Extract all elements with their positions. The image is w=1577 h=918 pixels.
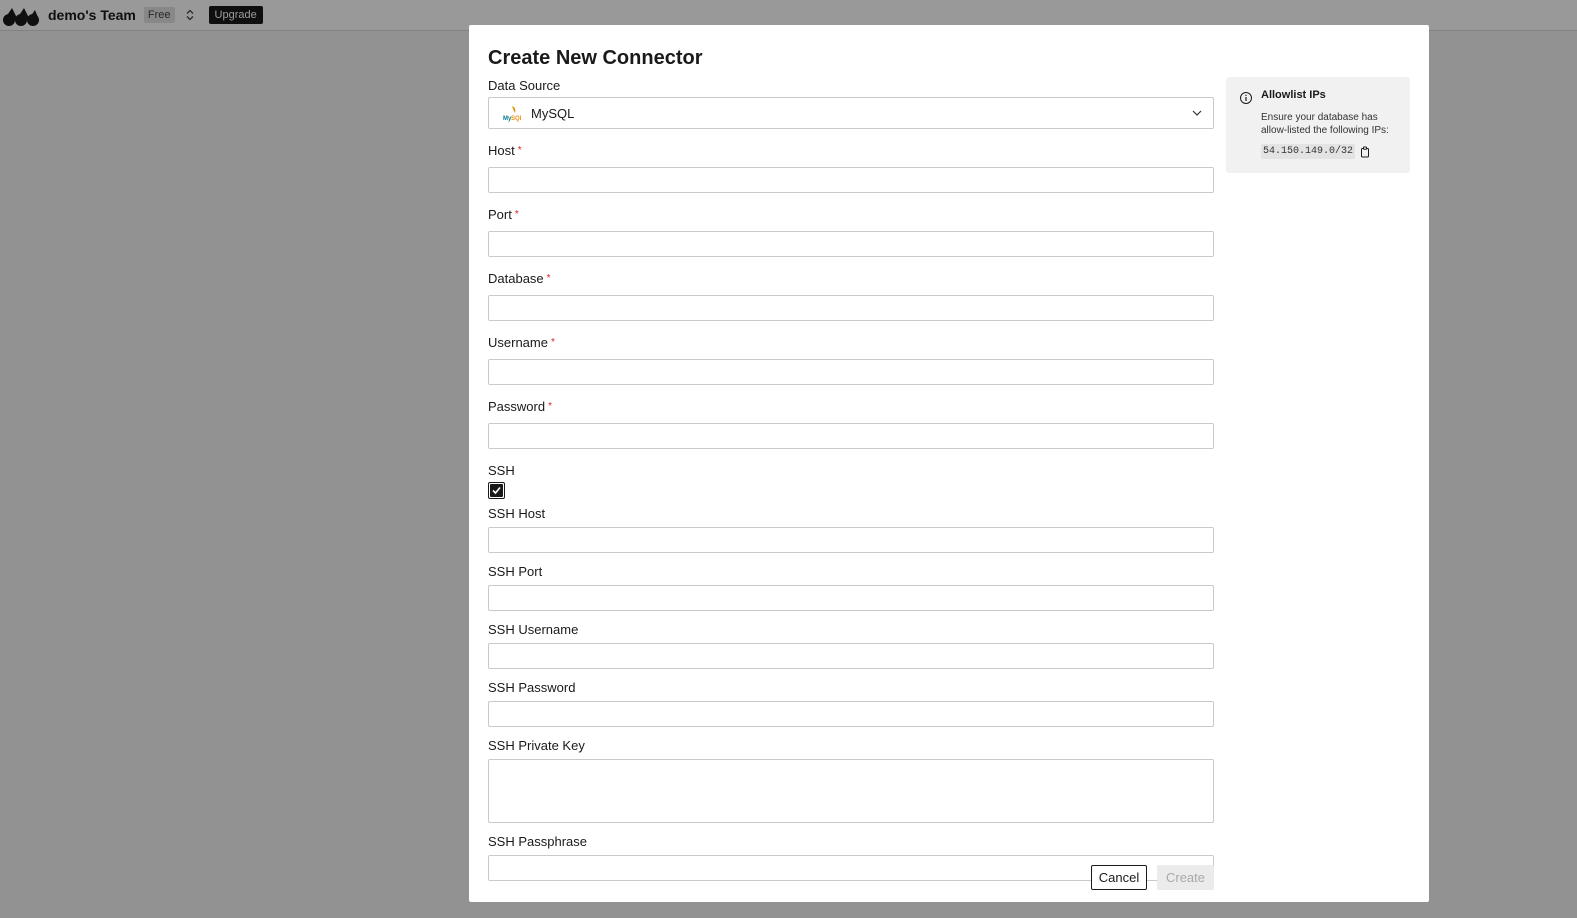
checkmark-icon <box>490 484 503 497</box>
ssh-passphrase-label: SSH Passphrase <box>488 834 587 849</box>
copy-icon[interactable] <box>1359 146 1371 158</box>
data-source-value: MySQL <box>531 105 575 121</box>
ssh-username-label: SSH Username <box>488 622 579 637</box>
info-icon <box>1240 92 1252 104</box>
database-label: Database * <box>488 271 551 286</box>
svg-text:SQL: SQL <box>511 116 521 122</box>
allowlist-ip: 54.150.149.0/32 <box>1261 144 1356 159</box>
ssh-host-input[interactable] <box>488 527 1214 553</box>
required-marker: * <box>548 401 552 412</box>
create-connector-modal: Create New Connector Data Source My SQL … <box>469 25 1429 902</box>
ssh-port-label: SSH Port <box>488 564 543 579</box>
ssh-password-input[interactable] <box>488 701 1214 727</box>
allowlist-title: Allowlist IPs <box>1261 89 1326 101</box>
port-input[interactable] <box>488 231 1214 257</box>
database-input[interactable] <box>488 295 1214 321</box>
connector-form: Data Source My SQL MySQL Host* Port* <box>488 77 1214 881</box>
password-label: Password * <box>488 399 552 414</box>
password-input[interactable] <box>488 423 1214 449</box>
allowlist-ip-row: 54.150.149.0/32 <box>1261 144 1371 159</box>
host-input[interactable] <box>488 167 1214 193</box>
data-source-label: Data Source <box>488 78 561 93</box>
ssh-username-input[interactable] <box>488 643 1214 669</box>
chevron-down-icon[interactable] <box>1191 107 1203 119</box>
ssh-label: SSH <box>488 463 515 478</box>
username-label: Username * <box>488 335 555 350</box>
modal-title: Create New Connector <box>488 47 703 69</box>
ssh-private-key-label: SSH Private Key <box>488 738 585 753</box>
required-marker: * <box>517 145 522 156</box>
required-marker: * <box>546 273 551 284</box>
ssh-host-label: SSH Host <box>488 506 546 521</box>
cancel-button[interactable]: Cancel <box>1091 865 1147 890</box>
data-source-select[interactable]: My SQL MySQL <box>488 97 1214 129</box>
required-marker: * <box>550 337 555 348</box>
allowlist-ips-panel: Allowlist IPs Ensure your database has a… <box>1226 77 1410 173</box>
required-marker: * <box>514 209 519 220</box>
allowlist-description: Ensure your database has allow-listed th… <box>1261 112 1389 136</box>
username-input[interactable] <box>488 359 1214 385</box>
ssh-checkbox[interactable] <box>488 482 505 499</box>
create-button[interactable]: Create <box>1157 865 1214 890</box>
mysql-icon: My SQL <box>503 104 521 122</box>
ssh-port-input[interactable] <box>488 585 1214 611</box>
ssh-private-key-textarea[interactable] <box>488 759 1214 823</box>
ssh-password-label: SSH Password <box>488 680 576 695</box>
host-label: Host * <box>488 143 522 158</box>
port-label: Port * <box>488 207 519 222</box>
